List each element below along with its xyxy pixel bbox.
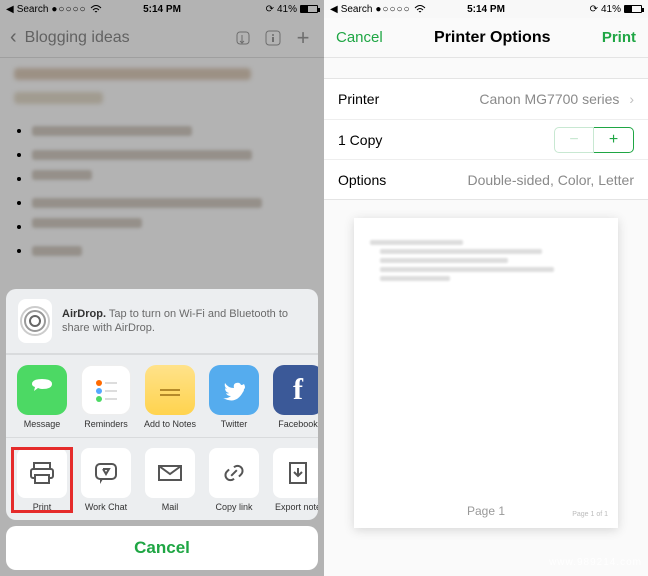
print-icon [17, 448, 67, 498]
left-screenshot: ◀ Search ●○○○○ 5:14 PM ⟳ 41% ‹ Blogging … [0, 0, 324, 576]
share-app-facebook[interactable]: f Facebook [268, 365, 318, 429]
notes-icon [145, 365, 195, 415]
options-value: Double-sided, Color, Letter [467, 172, 634, 188]
share-sheet: AirDrop. Tap to turn on Wi-Fi and Blueto… [6, 289, 318, 570]
action-mail[interactable]: Mail [140, 448, 200, 512]
share-app-twitter[interactable]: Twitter [204, 365, 264, 429]
print-preview[interactable]: Page 1 Page 1 of 1 [324, 200, 648, 528]
chevron-right-icon: › [629, 91, 634, 107]
action-export-note[interactable]: Export note [268, 448, 318, 512]
copy-link-icon [209, 448, 259, 498]
back-to-app-label[interactable]: Search [341, 4, 373, 15]
options-row[interactable]: Options Double-sided, Color, Letter [324, 159, 648, 199]
share-app-reminders[interactable]: Reminders [76, 365, 136, 429]
share-cancel-button[interactable]: Cancel [6, 526, 318, 570]
airdrop-text: AirDrop. Tap to turn on Wi-Fi and Blueto… [62, 307, 306, 336]
stepper-minus-button[interactable]: − [554, 127, 594, 153]
printer-options-navbar: Cancel Printer Options Print [324, 18, 648, 58]
signal-dots-icon: ●○○○○ [375, 4, 410, 15]
printer-settings-group: Printer Canon MG7700 series › 1 Copy − +… [324, 78, 648, 200]
share-apps-row[interactable]: Message Reminders Add to Notes [6, 354, 318, 437]
facebook-icon: f [273, 365, 318, 415]
action-print[interactable]: Print [12, 448, 72, 512]
orientation-lock-icon: ⟳ [590, 4, 598, 15]
action-work-chat[interactable]: Work Chat [76, 448, 136, 512]
reminders-icon [81, 365, 131, 415]
right-screenshot: ◀ Search ●○○○○ 5:14 PM ⟳ 41% Cancel Prin… [324, 0, 648, 576]
copies-label: 1 Copy [338, 132, 382, 148]
battery-icon [624, 5, 642, 13]
share-app-add-to-notes[interactable]: Add to Notes [140, 365, 200, 429]
back-to-app-caret[interactable]: ◀ [330, 4, 338, 15]
page-title: Printer Options [434, 29, 550, 47]
action-copy-link[interactable]: Copy link [204, 448, 264, 512]
wifi-icon [414, 4, 426, 14]
copies-stepper[interactable]: − + [554, 127, 634, 153]
clock: 5:14 PM [467, 4, 505, 15]
status-bar: ◀ Search ●○○○○ 5:14 PM ⟳ 41% [324, 0, 648, 18]
page-footer: Page 1 of 1 [572, 511, 608, 518]
stepper-plus-button[interactable]: + [594, 127, 634, 153]
message-icon [17, 365, 67, 415]
print-button[interactable]: Print [602, 29, 636, 46]
twitter-icon [209, 365, 259, 415]
cancel-button[interactable]: Cancel [336, 29, 383, 46]
export-note-icon [273, 448, 318, 498]
share-actions-row[interactable]: Print Work Chat Mail [6, 437, 318, 520]
battery-pct: 41% [601, 4, 621, 15]
airdrop-icon [18, 299, 52, 343]
share-app-message[interactable]: Message [12, 365, 72, 429]
page-number-label: Page 1 [467, 504, 505, 518]
mail-icon [145, 448, 195, 498]
copies-row: 1 Copy − + [324, 119, 648, 159]
printer-row[interactable]: Printer Canon MG7700 series › [324, 79, 648, 119]
work-chat-icon [81, 448, 131, 498]
printer-value: Canon MG7700 series [479, 91, 619, 107]
airdrop-row[interactable]: AirDrop. Tap to turn on Wi-Fi and Blueto… [6, 289, 318, 354]
